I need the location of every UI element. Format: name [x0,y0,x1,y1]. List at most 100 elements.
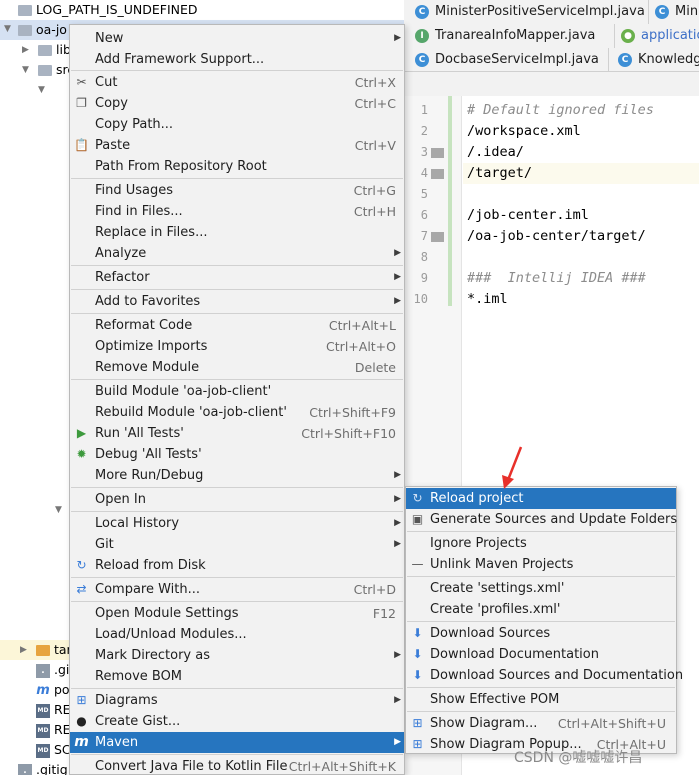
maven-item-show-diagram[interactable]: ⊞ Show Diagram... Ctrl+Alt+Shift+U [406,713,676,734]
menu-item-remove-module[interactable]: Remove Module Delete [70,357,404,378]
menu-item-label: Reload project [430,491,524,506]
chevron-down-icon[interactable]: ▼ [55,505,62,515]
menu-item-path-from-repository-root[interactable]: Path From Repository Root [70,156,404,177]
chevron-right-icon[interactable]: ▶ [22,45,29,55]
chevron-down-icon[interactable]: ▼ [38,85,45,95]
tab-label: TranareaInfoMapper.java [435,28,596,43]
menu-item-local-history[interactable]: Local History ▶ [70,513,404,534]
menu-item-copy[interactable]: ❐ Copy Ctrl+C [70,93,404,114]
folder-marker-icon [431,169,444,179]
shortcut-label: Ctrl+Alt+O [326,339,396,354]
menu-item-build-module-oa-job-client[interactable]: Build Module 'oa-job-client' [70,381,404,402]
menu-item-open-module-settings[interactable]: Open Module Settings F12 [70,603,404,624]
tab-minis[interactable]: C Minis [649,0,699,24]
maven-item-download-sources-and-documentation[interactable]: ⬇ Download Sources and Documentation [406,665,683,686]
menu-item-replace-in-files[interactable]: Replace in Files... [70,222,404,243]
tree-row-log-path[interactable]: LOG_PATH_IS_UNDEFINED [18,0,198,20]
tab-tranarea-info-mapper[interactable]: I TranareaInfoMapper.java [409,24,615,48]
code-line[interactable]: # Default ignored files [467,100,654,121]
maven-item-reload-project[interactable]: ↻ Reload project [406,488,676,509]
maven-item-download-documentation[interactable]: ⬇ Download Documentation [406,644,676,665]
menu-item-label: Find Usages [95,183,174,198]
tree-row-readme[interactable]: MD RE [36,700,71,720]
menu-item-open-in[interactable]: Open In ▶ [70,489,404,510]
code-line[interactable]: /.idea/ [467,142,524,163]
maven-item-create-profiles-xml[interactable]: Create 'profiles.xml' [406,599,676,620]
menu-item-diagrams[interactable]: ⊞ Diagrams ▶ [70,690,404,711]
menu-item-load-unload-modules[interactable]: Load/Unload Modules... [70,624,404,645]
interface-icon: I [415,29,429,43]
menu-item-new[interactable]: New ▶ [70,28,404,49]
tab-docbase-service[interactable]: C DocbaseServiceImpl.java [409,48,609,72]
menu-separator [71,601,403,602]
class-icon: C [415,5,429,19]
menu-item-more-run-debug[interactable]: More Run/Debug ▶ [70,465,404,486]
menu-item-rebuild-module-oa-job-client[interactable]: Rebuild Module 'oa-job-client' Ctrl+Shift… [70,402,404,423]
menu-item-add-framework-support[interactable]: Add Framework Support... [70,49,404,70]
tab-label: applicatio [641,28,699,43]
menu-item-refactor[interactable]: Refactor ▶ [70,267,404,288]
maven-item-download-sources[interactable]: ⬇ Download Sources [406,623,676,644]
menu-item-reformat-code[interactable]: Reformat Code Ctrl+Alt+L [70,315,404,336]
menu-item-label: Diagrams [95,693,158,708]
menu-item-remove-bom[interactable]: Remove BOM [70,666,404,687]
menu-item-copy-path[interactable]: Copy Path... [70,114,404,135]
maven-item-ignore-projects[interactable]: Ignore Projects [406,533,676,554]
menu-item-convert-java-file-to-kotlin-file[interactable]: Convert Java File to Kotlin File Ctrl+Alt… [70,756,404,775]
menu-item-label: Show Effective POM [430,692,560,707]
diagram-icon: ⊞ [76,693,87,707]
tree-row-module[interactable]: oa-jo [18,20,67,40]
code-line[interactable]: *.iml [467,289,508,310]
line-number: 5 [420,187,428,201]
menu-item-create-gist[interactable]: ● Create Gist... [70,711,404,732]
shortcut-label: Ctrl+X [354,75,396,90]
class-icon: C [415,53,429,67]
menu-item-git[interactable]: Git ▶ [70,534,404,555]
tree-row-lib[interactable]: lib [38,40,71,60]
menu-item-paste[interactable]: 📋 Paste Ctrl+V [70,135,404,156]
tree-row-pom[interactable]: m po [36,680,69,700]
chevron-down-icon[interactable]: ▼ [22,65,29,75]
tree-row-target[interactable]: tar [36,640,72,660]
code-line[interactable]: ### Intellij IDEA ### [467,268,646,289]
chevron-right-icon[interactable]: ▶ [20,645,27,655]
menu-item-cut[interactable]: ✂ Cut Ctrl+X [70,72,404,93]
maven-item-show-effective-pom[interactable]: Show Effective POM [406,689,676,710]
maven-item-unlink-maven-projects[interactable]: — Unlink Maven Projects [406,554,676,575]
menu-item-label: Create 'settings.xml' [430,581,565,596]
menu-separator [407,576,675,577]
menu-item-label: Unlink Maven Projects [430,557,574,572]
code-line[interactable]: /job-center.iml [467,205,589,226]
menu-item-run-all-tests[interactable]: ▶ Run 'All Tests' Ctrl+Shift+F10 [70,423,404,444]
menu-item-mark-directory-as[interactable]: Mark Directory as ▶ [70,645,404,666]
menu-item-add-to-favorites[interactable]: Add to Favorites ▶ [70,291,404,312]
maven-item-generate-sources-and-update-folders[interactable]: ▣ Generate Sources and Update Folders [406,509,677,530]
download-icon: ⬇ [412,647,423,661]
line-number: 6 [420,208,428,222]
tab-knowledge[interactable]: C Knowledge [612,48,699,72]
tab-label: Knowledge [638,52,699,67]
code-line[interactable]: /target/ [467,163,532,184]
menu-item-label: Find in Files... [95,204,183,219]
maven-item-create-settings-xml[interactable]: Create 'settings.xml' [406,578,676,599]
menu-item-maven[interactable]: m Maven ▶ [70,732,404,753]
menu-item-compare-with[interactable]: ⇄ Compare With... Ctrl+D [70,579,404,600]
menu-item-find-usages[interactable]: Find Usages Ctrl+G [70,180,404,201]
tree-row-readme-2[interactable]: MD RE [36,720,71,740]
menu-item-label: Add to Favorites [95,294,201,309]
chevron-down-icon[interactable]: ▼ [4,24,11,34]
menu-item-find-in-files[interactable]: Find in Files... Ctrl+H [70,201,404,222]
menu-item-debug-all-tests[interactable]: ✹ Debug 'All Tests' [70,444,404,465]
file-icon: . [36,663,50,678]
code-line[interactable]: /workspace.xml [467,121,581,142]
tab-minister-positive-service[interactable]: C MinisterPositiveServiceImpl.java [409,0,649,24]
tree-row-sc[interactable]: MD SC [36,740,71,760]
menu-item-analyze[interactable]: Analyze ▶ [70,243,404,264]
tab-application[interactable]: ● applicatio [615,24,699,48]
menu-item-optimize-imports[interactable]: Optimize Imports Ctrl+Alt+O [70,336,404,357]
maven-icon: m [36,682,50,698]
code-line[interactable]: /oa-job-center/target/ [467,226,646,247]
tree-row-gitignore[interactable]: . .gi [36,660,69,680]
menu-item-reload-from-disk[interactable]: ↻ Reload from Disk [70,555,404,576]
tree-row-root-gitignore[interactable]: . .gitig [18,760,68,775]
